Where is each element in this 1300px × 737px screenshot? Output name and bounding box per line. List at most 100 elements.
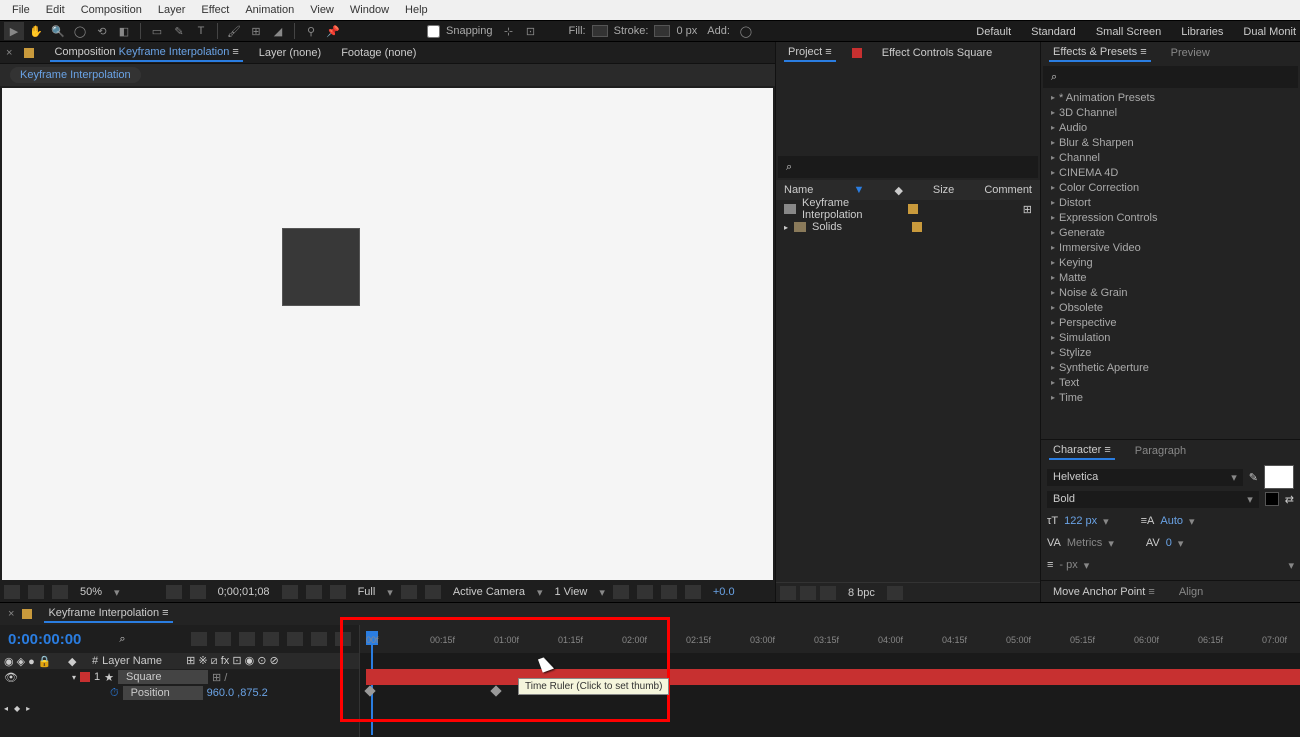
rotate-tool-icon[interactable]: ⟲ — [92, 22, 112, 40]
leading-dropdown[interactable]: ▾ — [1189, 515, 1195, 528]
square-layer[interactable] — [282, 228, 360, 306]
expand-icon[interactable]: ▸ — [784, 223, 788, 232]
breadcrumb-link[interactable]: Keyframe Interpolation — [10, 67, 141, 83]
region-icon[interactable] — [306, 585, 322, 599]
tab-composition[interactable]: Composition Keyframe Interpolation ≡ — [50, 44, 242, 62]
pen-tool-icon[interactable]: ✎ — [169, 22, 189, 40]
col-label-icon[interactable]: ◆ — [894, 184, 902, 197]
effect-category[interactable]: Audio — [1041, 120, 1300, 135]
trash-icon[interactable] — [887, 586, 903, 600]
fill-color-swatch[interactable] — [1264, 465, 1294, 489]
menu-window[interactable]: Window — [342, 2, 397, 18]
timeline-layer-row[interactable]: 👁 ▾ 1 ★ Square ⊞ / — [0, 669, 359, 685]
layer-name[interactable]: Square — [118, 670, 208, 684]
layer-color[interactable] — [80, 672, 90, 682]
tab-move-anchor[interactable]: Move Anchor Point ≡ — [1049, 584, 1159, 600]
effect-category[interactable]: Generate — [1041, 225, 1300, 240]
col-num[interactable]: # — [92, 655, 98, 667]
stopwatch-icon[interactable]: ⏱ — [110, 687, 119, 700]
tab-preview[interactable]: Preview — [1167, 45, 1214, 61]
preview-time[interactable]: 0;00;01;08 — [214, 586, 274, 598]
menu-effect[interactable]: Effect — [193, 2, 237, 18]
snap-icon-2[interactable]: ⊡ — [521, 22, 541, 40]
tab-effect-controls[interactable]: Effect Controls Square — [878, 45, 997, 61]
kerning-value[interactable]: Metrics — [1067, 537, 1102, 549]
current-timecode[interactable]: 0:00:00:00 — [8, 631, 81, 648]
next-kf-icon[interactable]: ▸ — [26, 704, 30, 713]
snapshot-icon[interactable] — [282, 585, 298, 599]
tab-footage[interactable]: Footage (none) — [337, 45, 420, 61]
stroke-dropdown[interactable]: ▾ — [1084, 559, 1090, 572]
effect-category[interactable]: Simulation — [1041, 330, 1300, 345]
menu-composition[interactable]: Composition — [73, 2, 150, 18]
exp-icon[interactable] — [685, 585, 701, 599]
workspace-libraries[interactable]: Libraries — [1181, 26, 1223, 38]
snapping-checkbox[interactable] — [427, 25, 440, 38]
shy-icon[interactable] — [215, 632, 231, 646]
ref-icon[interactable] — [661, 585, 677, 599]
effect-category[interactable]: Matte — [1041, 270, 1300, 285]
graph-icon[interactable] — [287, 632, 303, 646]
swap-colors-icon[interactable]: ⇄ — [1285, 493, 1294, 506]
menu-animation[interactable]: Animation — [237, 2, 302, 18]
hand-tool-icon[interactable]: ✋ — [26, 22, 46, 40]
brain-icon[interactable] — [311, 632, 327, 646]
eye-icon[interactable]: 👁 — [4, 671, 16, 684]
zoom-tool-icon[interactable]: 🔍 — [48, 22, 68, 40]
exposure-value[interactable]: +0.0 — [709, 586, 739, 598]
stroke-color-swatch[interactable] — [1265, 492, 1279, 506]
effect-category[interactable]: Text — [1041, 375, 1300, 390]
add-kf-icon[interactable]: ◆ — [14, 704, 20, 713]
comp-new-icon[interactable] — [820, 586, 836, 600]
stroke-style-dropdown[interactable]: ▾ — [1288, 559, 1294, 572]
snap-icon[interactable]: ⊹ — [499, 22, 519, 40]
timeline-graph[interactable]: 00f00:15f01:00f01:15f02:00f02:15f03:00f0… — [360, 625, 1300, 737]
bpc-label[interactable]: 8 bpc — [840, 587, 883, 599]
effect-category[interactable]: Immersive Video — [1041, 240, 1300, 255]
effect-category[interactable]: Distort — [1041, 195, 1300, 210]
workspace-default[interactable]: Default — [976, 26, 1011, 38]
rect-tool-icon[interactable]: ▭ — [147, 22, 167, 40]
alpha-icon[interactable] — [4, 585, 20, 599]
flowchart-icon[interactable]: ⊞ — [1023, 203, 1032, 216]
res-icon[interactable] — [52, 585, 68, 599]
prev-kf-icon[interactable]: ◂ — [4, 704, 8, 713]
share-icon[interactable] — [613, 585, 629, 599]
workspace-small[interactable]: Small Screen — [1096, 26, 1161, 38]
menu-layer[interactable]: Layer — [150, 2, 194, 18]
view-dropdown[interactable]: 1 View — [551, 586, 592, 598]
tab-character[interactable]: Character ≡ — [1049, 442, 1115, 460]
camera-dropdown[interactable]: Active Camera — [449, 586, 529, 598]
channel-icon[interactable] — [28, 585, 44, 599]
font-family-dropdown[interactable]: Helvetica▾ — [1047, 469, 1243, 486]
comp-mini-icon[interactable] — [191, 632, 207, 646]
selection-tool-icon[interactable]: ▶ — [4, 22, 24, 40]
workspace-standard[interactable]: Standard — [1031, 26, 1076, 38]
keyframe-1[interactable] — [364, 685, 375, 696]
tab-paragraph[interactable]: Paragraph — [1131, 443, 1190, 459]
stroke-width-value[interactable]: - px — [1059, 559, 1077, 571]
brush-tool-icon[interactable]: 🖌 — [224, 22, 244, 40]
stroke-swatch[interactable] — [654, 25, 670, 37]
draft-icon[interactable] — [335, 632, 351, 646]
effect-category[interactable]: Stylize — [1041, 345, 1300, 360]
tracking-dropdown[interactable]: ▾ — [1178, 537, 1184, 550]
col-size[interactable]: Size — [933, 184, 954, 196]
zoom-level[interactable]: 50% — [76, 586, 106, 598]
tracking-value[interactable]: 0 — [1166, 537, 1172, 549]
close-icon[interactable]: × — [6, 47, 12, 59]
time-ruler[interactable]: 00f00:15f01:00f01:15f02:00f02:15f03:00f0… — [360, 625, 1300, 653]
color-icon[interactable] — [330, 585, 346, 599]
col-layer-name[interactable]: Layer Name — [102, 655, 182, 667]
effect-category[interactable]: 3D Channel — [1041, 105, 1300, 120]
mask-icon[interactable] — [190, 585, 206, 599]
menu-help[interactable]: Help — [397, 2, 436, 18]
puppet-tool-icon[interactable]: 📌 — [323, 22, 343, 40]
font-style-dropdown[interactable]: Bold▾ — [1047, 491, 1259, 508]
composition-viewer[interactable] — [2, 88, 773, 580]
timeline-comp-tab[interactable]: Keyframe Interpolation ≡ — [44, 605, 172, 623]
interpret-icon[interactable] — [780, 586, 796, 600]
font-size-dropdown[interactable]: ▾ — [1103, 515, 1109, 528]
font-size[interactable]: 122 px — [1064, 515, 1097, 527]
folder-new-icon[interactable] — [800, 586, 816, 600]
